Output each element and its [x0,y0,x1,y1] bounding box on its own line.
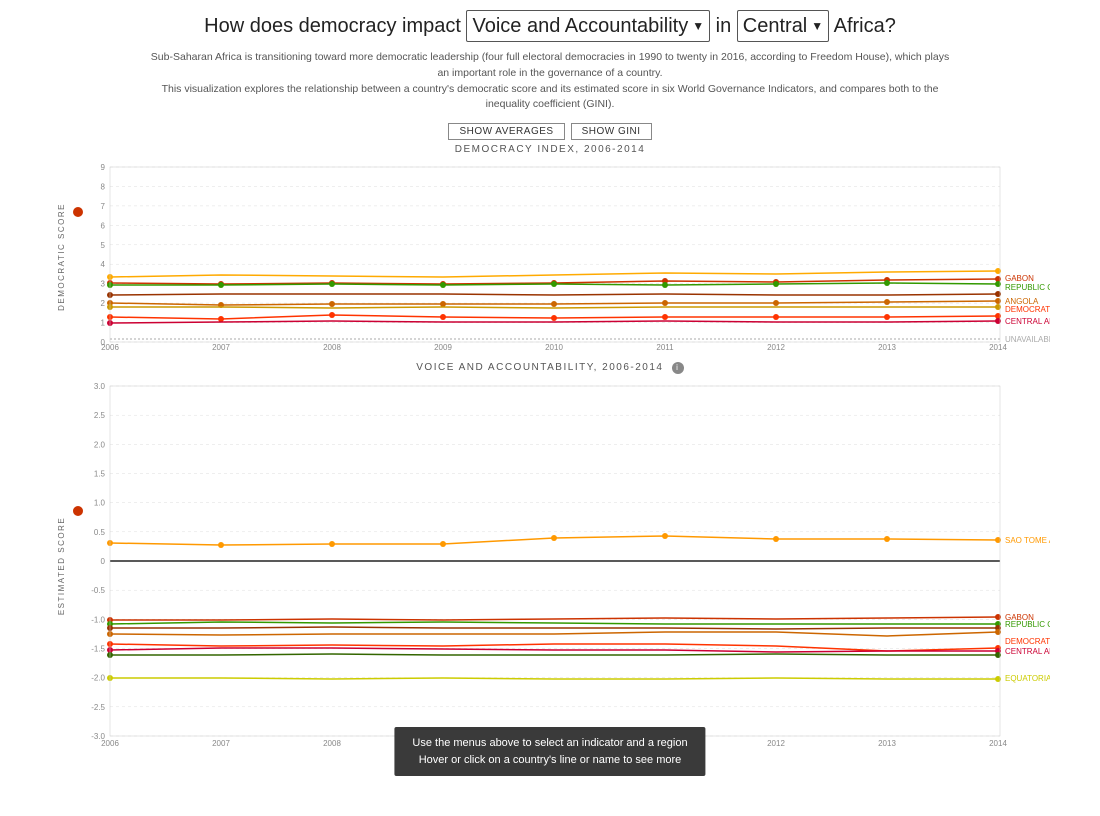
svg-text:4: 4 [101,260,106,269]
svg-text:2009: 2009 [434,343,452,352]
svg-text:-2.0: -2.0 [91,674,105,683]
region-dropdown[interactable]: Central ▼ [737,10,829,42]
svg-text:-0.5: -0.5 [91,586,105,595]
line-cameroon[interactable] [110,294,998,295]
democracy-chart-section: DEMOCRACY INDEX, 2006-2014 DEMOCRATIC SC… [50,144,1050,352]
svg-text:0.5: 0.5 [94,528,106,537]
subtitle: Sub-Saharan Africa is transitioning towa… [150,50,950,113]
svg-text:2013: 2013 [878,343,896,352]
svg-text:2007: 2007 [212,343,230,352]
svg-text:2012: 2012 [767,739,785,748]
chart1-y-label: DEMOCRATIC SCORE [57,203,66,311]
title-end: Africa? [834,15,896,37]
hint-area: Use the menus above to select an indicat… [50,756,1050,806]
svg-text:EQUATORIAL GUINEA: EQUATORIAL GUINEA [1005,674,1050,683]
svg-text:3: 3 [101,280,106,289]
accountability-chart-svg: ESTIMATED SCORE [50,376,1050,756]
svg-text:1.5: 1.5 [94,470,106,479]
svg-text:UNAVAILABLE: UNAVAILABLE [1005,335,1050,344]
svg-text:DEMOCRATIC REPUBLIC OF THE CON: DEMOCRATIC REPUBLIC OF THE CONGO [1005,637,1050,646]
accountability-chart-title: VOICE AND ACCOUNTABILITY, 2006-2014 i [50,362,1050,374]
svg-text:DEMOCRATIC REPUBLIC OF THE CON: DEMOCRATIC REPUBLIC OF THE CONGO [1005,305,1050,314]
controls-bar: SHOW AVERAGES SHOW GINI [0,123,1100,140]
svg-text:2.5: 2.5 [94,411,106,420]
svg-text:9: 9 [101,163,106,172]
svg-text:REPUBLIC OF THE CONGO: REPUBLIC OF THE CONGO [1005,620,1050,629]
chart2-info-icon[interactable]: i [672,362,684,374]
svg-text:2013: 2013 [878,739,896,748]
svg-text:2014: 2014 [989,343,1007,352]
line-sao-tome[interactable] [110,271,998,277]
svg-text:2014: 2014 [989,739,1007,748]
indicator-dropdown-arrow: ▼ [692,18,704,35]
svg-text:ESTIMATED SCORE: ESTIMATED SCORE [57,517,66,615]
region-dropdown-arrow: ▼ [811,18,823,35]
svg-text:2006: 2006 [101,739,119,748]
line2-cameroon[interactable] [110,627,998,629]
svg-text:-2.5: -2.5 [91,703,105,712]
chart2-y-indicator [73,506,83,516]
svg-text:2: 2 [101,299,106,308]
svg-text:2010: 2010 [545,343,563,352]
svg-text:7: 7 [101,202,106,211]
title-prefix: How does democracy impact [204,15,461,37]
svg-text:2.0: 2.0 [94,440,106,449]
svg-text:GABON: GABON [1005,274,1034,283]
svg-text:2011: 2011 [656,343,674,352]
chart1-y-indicator [73,207,83,217]
accountability-chart-section: VOICE AND ACCOUNTABILITY, 2006-2014 i ES… [50,362,1050,756]
svg-text:CENTRAL AFRICAN REPUBLIC: CENTRAL AFRICAN REPUBLIC [1005,647,1050,656]
svg-text:8: 8 [101,182,106,191]
svg-text:CENTRAL AFRICAN REPUBLIC: CENTRAL AFRICAN REPUBLIC [1005,317,1050,326]
svg-text:2008: 2008 [323,739,341,748]
line-eq-guinea[interactable] [110,307,998,308]
title-in: in [716,15,732,37]
svg-text:2006: 2006 [101,343,119,352]
svg-text:REPUBLIC OF THE CONGO: REPUBLIC OF THE CONGO [1005,283,1050,292]
democracy-chart-container: DEMOCRATIC SCORE 9 [50,157,1050,352]
line2-angola[interactable] [110,632,998,636]
svg-text:5: 5 [101,241,106,250]
svg-text:-1.5: -1.5 [91,645,105,654]
svg-text:2012: 2012 [767,343,785,352]
indicator-dropdown[interactable]: Voice and Accountability ▼ [466,10,710,42]
svg-text:2007: 2007 [212,739,230,748]
line2-republic-congo[interactable] [110,622,998,624]
svg-text:6: 6 [101,221,106,230]
svg-text:1: 1 [101,319,106,328]
svg-text:SAO TOME AND PRINCIPE: SAO TOME AND PRINCIPE [1005,536,1050,545]
line2-eq-guinea-2[interactable] [110,678,998,679]
hint-box: Use the menus above to select an indicat… [394,727,705,776]
line2-gabon[interactable] [110,617,998,620]
svg-text:1.0: 1.0 [94,499,106,508]
show-averages-button[interactable]: SHOW AVERAGES [448,123,564,140]
svg-text:2008: 2008 [323,343,341,352]
svg-text:-1.0: -1.0 [91,615,105,624]
svg-text:3.0: 3.0 [94,382,106,391]
accountability-chart-container: ESTIMATED SCORE [50,376,1050,756]
line2-eq-guinea[interactable] [110,654,998,655]
svg-text:0: 0 [101,557,106,566]
main-title: How does democracy impact Voice and Acco… [0,10,1100,42]
democracy-chart-title: DEMOCRACY INDEX, 2006-2014 [50,144,1050,155]
show-gini-button[interactable]: SHOW GINI [571,123,652,140]
democracy-chart-svg: DEMOCRATIC SCORE 9 [50,157,1050,352]
